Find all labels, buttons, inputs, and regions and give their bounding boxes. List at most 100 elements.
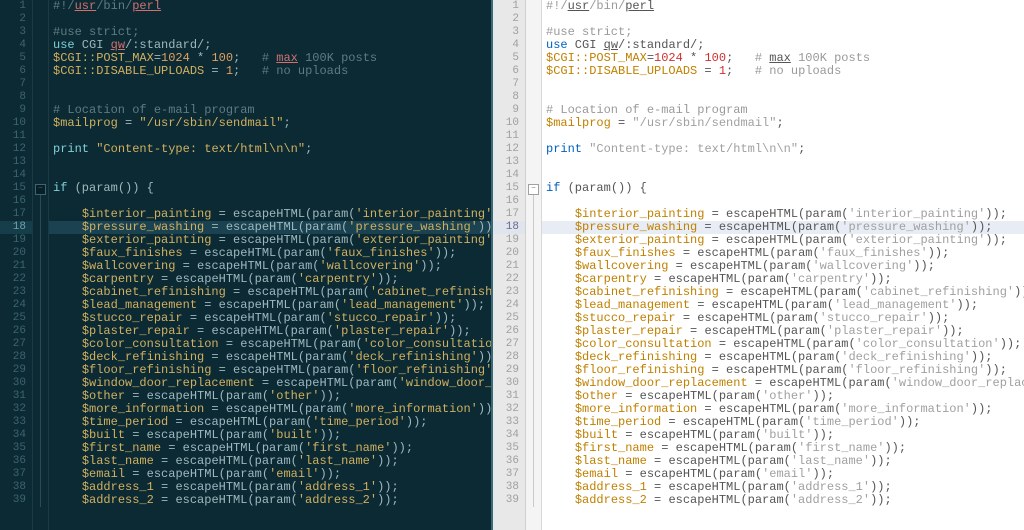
code-line[interactable]: if (param()) { <box>542 182 1024 195</box>
line-number: 1 <box>493 0 525 13</box>
code-area-right[interactable]: #!/usr/bin/perl#use strict;use CGI qw/:s… <box>542 0 1024 530</box>
fold-toggle-icon[interactable]: − <box>33 182 48 195</box>
line-number: 28 <box>0 351 32 364</box>
line-number: 31 <box>0 390 32 403</box>
fold-guide <box>526 416 541 429</box>
line-number: 22 <box>0 273 32 286</box>
line-number: 25 <box>0 312 32 325</box>
line-number: 9 <box>0 104 32 117</box>
fold-guide <box>33 312 48 325</box>
fold-guide <box>33 286 48 299</box>
code-line[interactable]: $CGI::DISABLE_UPLOADS = 1; # no uploads <box>49 65 491 78</box>
fold-guide <box>33 429 48 442</box>
line-number: 34 <box>0 429 32 442</box>
line-number: 32 <box>0 403 32 416</box>
line-number: 23 <box>0 286 32 299</box>
fold-empty <box>526 104 541 117</box>
fold-empty <box>33 117 48 130</box>
fold-guide <box>33 299 48 312</box>
fold-guide <box>526 299 541 312</box>
line-number: 23 <box>493 286 525 299</box>
fold-guide <box>526 208 541 221</box>
code-line[interactable]: if (param()) { <box>49 182 491 195</box>
fold-empty <box>33 52 48 65</box>
line-number: 17 <box>493 208 525 221</box>
line-number-gutter-right[interactable]: 1234567891011121314151617181920212223242… <box>493 0 526 530</box>
fold-empty <box>526 91 541 104</box>
fold-guide <box>33 208 48 221</box>
code-line[interactable] <box>542 78 1024 91</box>
fold-guide <box>33 390 48 403</box>
line-number: 16 <box>0 195 32 208</box>
fold-guide <box>33 273 48 286</box>
code-line[interactable] <box>49 156 491 169</box>
line-number: 29 <box>493 364 525 377</box>
code-line[interactable]: $mailprog = "/usr/sbin/sendmail"; <box>542 117 1024 130</box>
fold-empty <box>526 13 541 26</box>
fold-guide <box>33 481 48 494</box>
code-line[interactable]: print "Content-type: text/html\n\n"; <box>49 143 491 156</box>
fold-empty <box>33 169 48 182</box>
code-line[interactable]: $address_2 = escapeHTML(param('address_2… <box>542 494 1024 507</box>
fold-empty <box>33 130 48 143</box>
fold-guide <box>33 377 48 390</box>
line-number: 37 <box>0 468 32 481</box>
line-number: 13 <box>493 156 525 169</box>
line-number: 27 <box>493 338 525 351</box>
fold-guide <box>33 195 48 208</box>
line-number: 21 <box>0 260 32 273</box>
code-line[interactable]: #!/usr/bin/perl <box>49 0 491 13</box>
fold-guide <box>526 312 541 325</box>
fold-toggle-icon[interactable]: − <box>526 182 541 195</box>
line-number: 10 <box>0 117 32 130</box>
code-line[interactable] <box>49 78 491 91</box>
line-number: 28 <box>493 351 525 364</box>
code-line[interactable] <box>542 156 1024 169</box>
line-number: 14 <box>493 169 525 182</box>
line-number: 25 <box>493 312 525 325</box>
fold-guide <box>526 195 541 208</box>
fold-gutter-right[interactable]: − <box>526 0 542 530</box>
fold-guide <box>526 429 541 442</box>
code-area-left[interactable]: #!/usr/bin/perl#use strict;use CGI qw/:s… <box>49 0 491 530</box>
fold-empty <box>526 26 541 39</box>
line-number: 2 <box>493 13 525 26</box>
code-line[interactable]: $CGI::DISABLE_UPLOADS = 1; # no uploads <box>542 65 1024 78</box>
fold-empty <box>33 13 48 26</box>
line-number: 22 <box>493 273 525 286</box>
line-number: 19 <box>0 234 32 247</box>
line-number-gutter-left[interactable]: 1234567891011121314151617181920212223242… <box>0 0 33 530</box>
line-number: 26 <box>0 325 32 338</box>
fold-guide <box>33 364 48 377</box>
line-number: 11 <box>493 130 525 143</box>
line-number: 20 <box>493 247 525 260</box>
fold-empty <box>33 156 48 169</box>
fold-empty <box>526 52 541 65</box>
fold-guide <box>526 325 541 338</box>
editor-split-view: 1234567891011121314151617181920212223242… <box>0 0 1024 530</box>
fold-empty <box>526 0 541 13</box>
fold-guide <box>526 273 541 286</box>
fold-guide <box>33 247 48 260</box>
fold-empty <box>526 39 541 52</box>
fold-guide <box>526 468 541 481</box>
line-number: 17 <box>0 208 32 221</box>
line-number: 35 <box>0 442 32 455</box>
fold-guide <box>526 286 541 299</box>
code-line[interactable]: $address_2 = escapeHTML(param('address_2… <box>49 494 491 507</box>
line-number: 20 <box>0 247 32 260</box>
fold-gutter-left[interactable]: − <box>33 0 49 530</box>
fold-guide <box>526 221 541 234</box>
line-number: 30 <box>493 377 525 390</box>
fold-guide <box>526 403 541 416</box>
fold-empty <box>526 130 541 143</box>
line-number: 18 <box>493 221 525 234</box>
fold-empty <box>526 169 541 182</box>
fold-guide <box>526 442 541 455</box>
line-number: 15 <box>0 182 32 195</box>
line-number: 24 <box>0 299 32 312</box>
code-line[interactable]: $mailprog = "/usr/sbin/sendmail"; <box>49 117 491 130</box>
line-number: 8 <box>493 91 525 104</box>
code-line[interactable]: #!/usr/bin/perl <box>542 0 1024 13</box>
code-line[interactable]: print "Content-type: text/html\n\n"; <box>542 143 1024 156</box>
